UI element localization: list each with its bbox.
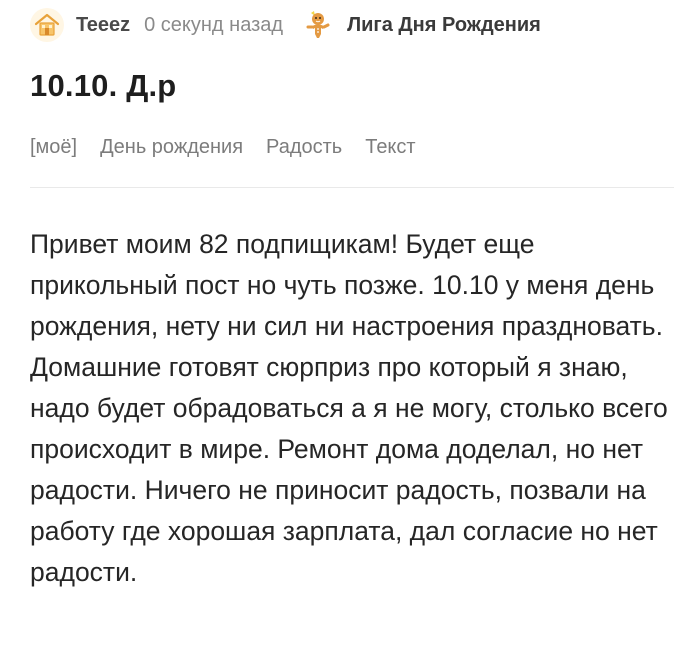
house-avatar-icon[interactable]	[30, 8, 64, 42]
tag-moe[interactable]: [моё]	[30, 136, 77, 159]
post-meta: Teeez 0 секунд назад Лига Дня Рождения	[30, 8, 541, 42]
post-title[interactable]: 10.10. Д.р	[30, 68, 176, 104]
divider	[30, 187, 674, 188]
tag-joy[interactable]: Радость	[266, 136, 342, 159]
tag-birthday[interactable]: День рождения	[100, 136, 243, 159]
tag-text[interactable]: Текст	[365, 136, 415, 159]
tag-list: [моё] День рождения Радость Текст	[30, 136, 439, 159]
author-name[interactable]: Teeez	[76, 14, 130, 37]
post-body: Привет моим 82 подпищикам! Будет еще при…	[30, 229, 668, 587]
gingerbread-man-icon[interactable]	[301, 8, 335, 42]
community-name[interactable]: Лига Дня Рождения	[347, 14, 541, 37]
post-time: 0 секунд назад	[144, 13, 284, 36]
